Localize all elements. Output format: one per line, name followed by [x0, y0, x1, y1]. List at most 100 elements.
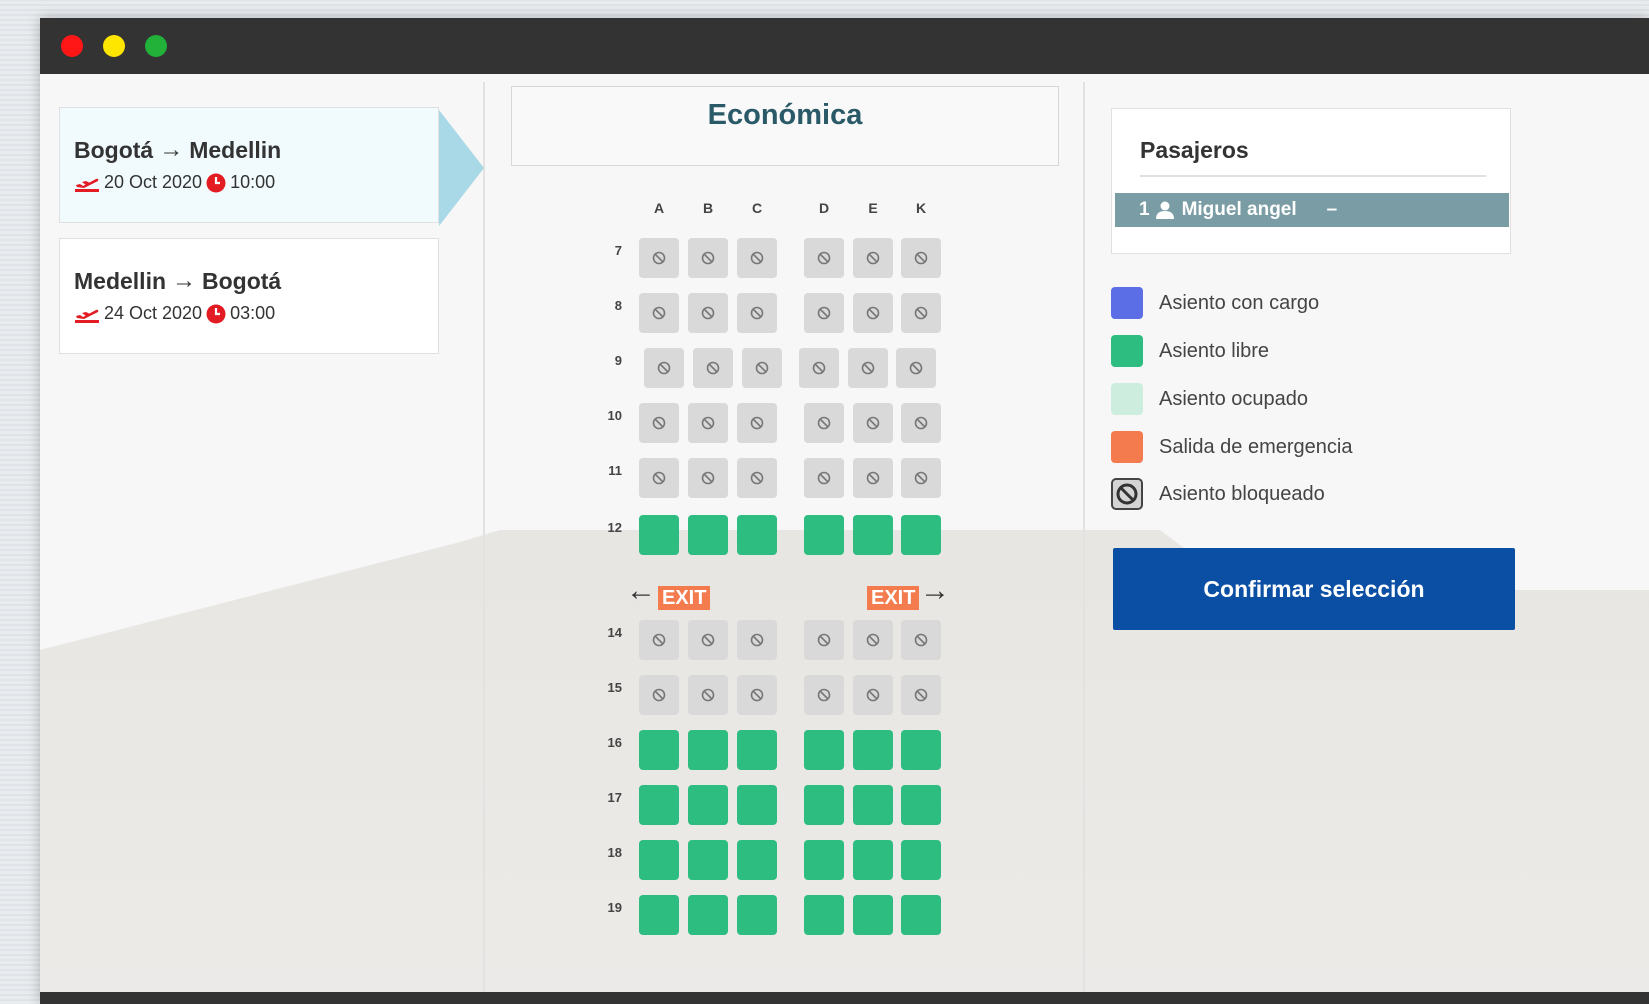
- seat-9c[interactable]: [742, 348, 782, 388]
- blocked-icon: [817, 471, 831, 485]
- seat-10a[interactable]: [639, 403, 679, 443]
- blocked-icon: [909, 361, 923, 375]
- blocked-icon: [652, 688, 666, 702]
- seat-14e[interactable]: [853, 620, 893, 660]
- flight-date: 24 Oct 2020: [104, 303, 203, 323]
- seat-11c[interactable]: [737, 458, 777, 498]
- seat-19d[interactable]: [804, 895, 844, 935]
- seat-17e[interactable]: [853, 785, 893, 825]
- bottom-bar: [40, 992, 1649, 1004]
- seat-12a[interactable]: [639, 515, 679, 555]
- seat-15e[interactable]: [853, 675, 893, 715]
- seat-12k[interactable]: [901, 515, 941, 555]
- seat-8e[interactable]: [853, 293, 893, 333]
- seat-9e[interactable]: [848, 348, 888, 388]
- flight-card-return[interactable]: Medellin → Bogotá 24 Oct 2020 03:00: [59, 238, 439, 354]
- seat-15c[interactable]: [737, 675, 777, 715]
- seat-8a[interactable]: [639, 293, 679, 333]
- close-window-button[interactable]: [61, 35, 83, 57]
- seat-8k[interactable]: [901, 293, 941, 333]
- seat-18e[interactable]: [853, 840, 893, 880]
- seat-16c[interactable]: [737, 730, 777, 770]
- seat-14c[interactable]: [737, 620, 777, 660]
- blocked-icon: [750, 251, 764, 265]
- seat-7c[interactable]: [737, 238, 777, 278]
- legend-item-emergency: Salida de emergencia: [1111, 430, 1352, 464]
- minimize-window-button[interactable]: [103, 35, 125, 57]
- row-number: 10: [607, 408, 622, 423]
- seat-17c[interactable]: [737, 785, 777, 825]
- seat-15a[interactable]: [639, 675, 679, 715]
- seat-11d[interactable]: [804, 458, 844, 498]
- seat-10e[interactable]: [853, 403, 893, 443]
- seat-12d[interactable]: [804, 515, 844, 555]
- seat-10c[interactable]: [737, 403, 777, 443]
- blocked-icon: [914, 251, 928, 265]
- seat-14k[interactable]: [901, 620, 941, 660]
- blocked-icon: [1111, 478, 1143, 510]
- legend-item-free: Asiento libre: [1111, 334, 1269, 368]
- seat-19b[interactable]: [688, 895, 728, 935]
- seat-7d[interactable]: [804, 238, 844, 278]
- passenger-row[interactable]: 1 Miguel angel –: [1115, 193, 1509, 227]
- row-number: 8: [614, 298, 622, 313]
- seat-19a[interactable]: [639, 895, 679, 935]
- seat-12c[interactable]: [737, 515, 777, 555]
- maximize-window-button[interactable]: [145, 35, 167, 57]
- seat-15k[interactable]: [901, 675, 941, 715]
- seat-16k[interactable]: [901, 730, 941, 770]
- seat-9a[interactable]: [644, 348, 684, 388]
- seat-9b[interactable]: [693, 348, 733, 388]
- seat-8d[interactable]: [804, 293, 844, 333]
- arrow-right-icon: →: [172, 267, 197, 294]
- seat-17d[interactable]: [804, 785, 844, 825]
- seat-14b[interactable]: [688, 620, 728, 660]
- seat-16b[interactable]: [688, 730, 728, 770]
- seat-16a[interactable]: [639, 730, 679, 770]
- seat-8b[interactable]: [688, 293, 728, 333]
- flight-card-outbound[interactable]: Bogotá → Medellin 20 Oct 2020 10:00: [59, 107, 439, 223]
- seat-8c[interactable]: [737, 293, 777, 333]
- seat-11a[interactable]: [639, 458, 679, 498]
- seat-15b[interactable]: [688, 675, 728, 715]
- seat-7k[interactable]: [901, 238, 941, 278]
- seat-12e[interactable]: [853, 515, 893, 555]
- seat-12b[interactable]: [688, 515, 728, 555]
- seat-10d[interactable]: [804, 403, 844, 443]
- seat-18a[interactable]: [639, 840, 679, 880]
- seat-19k[interactable]: [901, 895, 941, 935]
- destination-city: Medellin: [189, 136, 282, 163]
- seat-11b[interactable]: [688, 458, 728, 498]
- seat-9k[interactable]: [896, 348, 936, 388]
- seat-18d[interactable]: [804, 840, 844, 880]
- seat-15d[interactable]: [804, 675, 844, 715]
- seat-19c[interactable]: [737, 895, 777, 935]
- seat-7b[interactable]: [688, 238, 728, 278]
- seat-16d[interactable]: [804, 730, 844, 770]
- seat-18b[interactable]: [688, 840, 728, 880]
- seat-18k[interactable]: [901, 840, 941, 880]
- seat-14a[interactable]: [639, 620, 679, 660]
- confirm-selection-button[interactable]: Confirmar selección: [1113, 548, 1515, 630]
- seat-7a[interactable]: [639, 238, 679, 278]
- seat-11e[interactable]: [853, 458, 893, 498]
- seat-17b[interactable]: [688, 785, 728, 825]
- seat-18c[interactable]: [737, 840, 777, 880]
- seat-10b[interactable]: [688, 403, 728, 443]
- blocked-icon: [817, 688, 831, 702]
- seat-17a[interactable]: [639, 785, 679, 825]
- flight-meta: 20 Oct 2020 10:00: [74, 172, 438, 193]
- blocked-icon: [652, 416, 666, 430]
- seat-17k[interactable]: [901, 785, 941, 825]
- exit-sign-right: EXIT: [867, 586, 920, 610]
- seat-14d[interactable]: [804, 620, 844, 660]
- seat-19e[interactable]: [853, 895, 893, 935]
- seat-11k[interactable]: [901, 458, 941, 498]
- seat-16e[interactable]: [853, 730, 893, 770]
- seat-9d[interactable]: [799, 348, 839, 388]
- blocked-icon: [817, 306, 831, 320]
- seat-10k[interactable]: [901, 403, 941, 443]
- legend-item-blocked: Asiento bloqueado: [1111, 477, 1325, 511]
- row-number: 7: [614, 243, 622, 258]
- seat-7e[interactable]: [853, 238, 893, 278]
